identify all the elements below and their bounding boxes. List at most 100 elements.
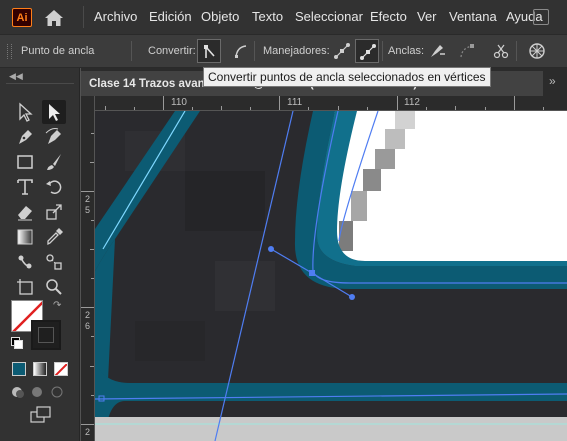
pen-tool[interactable] [13, 125, 37, 149]
ruler-label: 5 [84, 205, 90, 215]
horizontal-ruler-ticks [105, 96, 544, 110]
panel-grip[interactable] [7, 44, 12, 59]
convert-label: Convertir: [148, 45, 196, 57]
convert-smooth-icon [235, 45, 247, 58]
hide-handles-icon [360, 44, 376, 60]
color-mode-button[interactable] [12, 362, 26, 376]
type-tool[interactable] [13, 175, 37, 199]
rotate-tool[interactable] [42, 175, 66, 199]
menu-ventana[interactable]: Ventana [449, 9, 497, 24]
ruler-label: 2 [84, 427, 90, 437]
menu-edicion[interactable]: Edición [149, 9, 192, 24]
show-handles-icon [334, 43, 350, 59]
control-separator [516, 41, 517, 61]
hide-handles-button[interactable] [355, 39, 379, 63]
blend-icon [46, 254, 62, 270]
eraser-tool[interactable] [13, 200, 37, 224]
control-separator [254, 41, 255, 61]
ruler-label: 111 [287, 97, 303, 108]
scale-icon [46, 204, 62, 220]
connect-endpoints-icon [460, 44, 474, 58]
none-mode-button[interactable] [54, 362, 68, 376]
gradient-tool[interactable] [13, 225, 37, 249]
cut-path-at-anchor-button[interactable] [489, 39, 513, 63]
direct-selection-arrow-icon [49, 104, 60, 121]
control-separator [131, 41, 132, 61]
zoom-tool[interactable] [42, 275, 66, 299]
selection-type-label: Punto de ancla [21, 45, 95, 57]
convert-to-corner-button[interactable] [197, 39, 221, 63]
curvature-pen-icon [45, 128, 61, 144]
anchors-label: Anclas: [388, 45, 425, 57]
convert-corner-icon [204, 44, 215, 58]
control-bar: Punto de ancla Convertir: Manejadores: A… [0, 34, 567, 68]
stroke-swatch[interactable] [31, 320, 61, 350]
convert-to-smooth-button[interactable] [229, 39, 253, 63]
rotate-icon [46, 180, 62, 194]
brush-icon [47, 154, 61, 170]
draw-mode-icons [12, 386, 63, 398]
menu-seleccionar[interactable]: Seleccionar [295, 9, 363, 24]
control-separator [382, 41, 383, 61]
scale-tool[interactable] [42, 200, 66, 224]
swap-fill-stroke-icon[interactable]: ↷ [53, 300, 65, 312]
type-icon [17, 179, 33, 195]
artwork [95, 111, 567, 441]
cut-path-icon [493, 44, 509, 59]
menu-texto[interactable]: Texto [252, 9, 283, 24]
artboard-icon [17, 279, 33, 295]
tools-panel: ◀◀ ↷ [0, 68, 80, 441]
eyedropper-tool[interactable] [42, 225, 66, 249]
handles-label: Manejadores: [263, 45, 330, 57]
menu-objeto[interactable]: Objeto [201, 9, 239, 24]
menu-efecto[interactable]: Efecto [370, 9, 407, 24]
puppet-warp-tool[interactable] [13, 250, 37, 274]
gradient-mode-button[interactable] [33, 362, 47, 376]
tooltip: Convertir puntos de ancla seleccionados … [203, 67, 491, 87]
none-icon [55, 363, 67, 375]
selection-tool[interactable] [13, 100, 37, 124]
toolbar-divider [6, 83, 74, 84]
menu-separator [83, 6, 84, 28]
puppet-icon [18, 255, 32, 269]
home-icon[interactable] [44, 9, 64, 27]
menu-archivo[interactable]: Archivo [94, 9, 137, 24]
rectangle-tool[interactable] [13, 150, 37, 174]
screen-mode-button[interactable] [30, 406, 52, 424]
selection-arrow-icon [19, 102, 33, 122]
ruler-label: 112 [404, 97, 420, 108]
blend-tool[interactable] [42, 250, 66, 274]
recolor-artwork-button[interactable] [525, 39, 549, 63]
curvature-tool[interactable] [42, 125, 66, 149]
connect-endpoints-button[interactable] [455, 39, 479, 63]
collapse-panel-icon[interactable]: ◀◀ [9, 71, 23, 82]
show-handles-button[interactable] [330, 39, 354, 63]
rectangle-icon [17, 155, 33, 169]
gradient-icon [17, 229, 33, 245]
menu-bar: Ai Archivo Edición Objeto Texto Seleccio… [0, 0, 567, 34]
vertical-ruler[interactable]: 2 5 2 6 2 [81, 96, 95, 441]
remove-anchor-button[interactable] [425, 39, 449, 63]
ruler-label: 6 [84, 321, 90, 331]
color-wheel-icon [529, 43, 545, 59]
paintbrush-tool[interactable] [42, 150, 66, 174]
vertical-ruler-ticks [81, 133, 94, 425]
default-fill-stroke-icon[interactable] [11, 337, 23, 349]
eyedropper-icon [47, 228, 63, 246]
ruler-label: 110 [171, 97, 187, 108]
screen-mode-icon [30, 406, 51, 423]
direct-selection-tool[interactable] [42, 100, 66, 124]
eraser-icon [18, 206, 32, 221]
pen-icon [19, 130, 32, 144]
ruler-label: 2 [84, 310, 90, 320]
artboard-tool[interactable] [13, 275, 37, 299]
app-logo: Ai [12, 8, 32, 27]
menu-ver[interactable]: Ver [417, 9, 437, 24]
horizontal-ruler[interactable]: 110 111 112 [95, 96, 567, 111]
delete-anchor-pen-icon [431, 45, 445, 57]
ruler-label: 2 [84, 194, 90, 204]
artboard-canvas[interactable] [95, 111, 567, 441]
draw-mode-button[interactable] [10, 385, 66, 399]
window-restore-button[interactable] [533, 9, 549, 25]
tab-overflow-icon[interactable]: » [549, 74, 556, 88]
